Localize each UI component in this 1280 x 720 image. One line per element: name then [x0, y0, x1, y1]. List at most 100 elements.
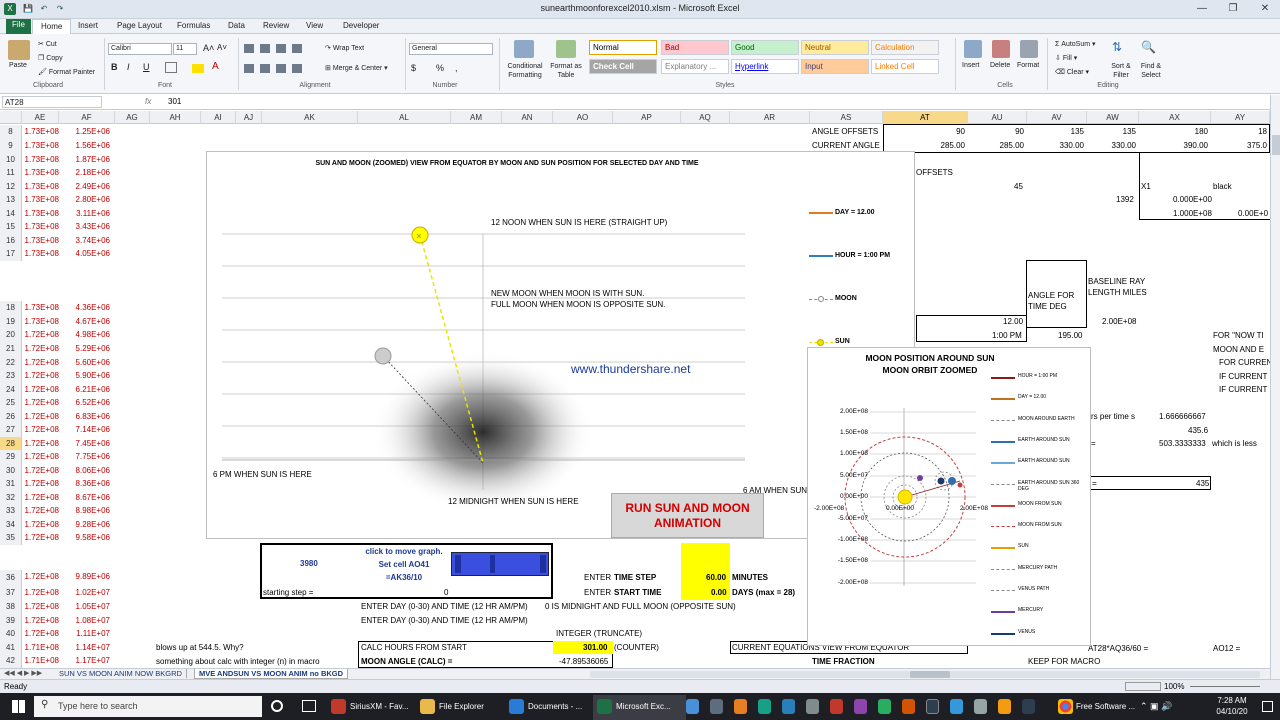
cell-af-11[interactable]: 2.18E+06	[59, 168, 110, 177]
underline-button[interactable]: U	[143, 62, 150, 72]
cell-af-31[interactable]: 8.36E+06	[59, 479, 110, 488]
tab-file[interactable]: File	[6, 19, 31, 34]
column-header-as[interactable]: AS	[810, 111, 883, 124]
row-header-18[interactable]: 18	[0, 301, 22, 315]
scroll-left-arrow-icon[interactable]	[455, 555, 461, 573]
cell-af-12[interactable]: 2.49E+06	[59, 182, 110, 191]
cell-ae-36[interactable]: 1.72E+08	[22, 572, 59, 581]
cell-current-angle-1[interactable]: 285.00	[968, 141, 1024, 150]
currency-button[interactable]: $	[411, 63, 416, 73]
cell-ae-34[interactable]: 1.72E+08	[22, 520, 59, 529]
cell-step-counter[interactable]: 3980	[300, 559, 318, 568]
taskbar-app-siriusxm[interactable]: SiriusXM - Fav...	[350, 698, 409, 715]
cell-ae-8[interactable]: 1.73E+08	[22, 127, 59, 136]
cell-ae-17[interactable]: 1.73E+08	[22, 249, 59, 258]
find-select-icon[interactable]: 🔍	[1141, 40, 1157, 58]
cut-button[interactable]: ✂ Cut	[38, 40, 57, 48]
row-header-15[interactable]: 15	[0, 220, 22, 234]
font-color-icon[interactable]: A	[212, 61, 219, 72]
column-header-ah[interactable]: AH	[150, 111, 201, 124]
cell-style-check-cell[interactable]: Check Cell	[589, 59, 657, 74]
cell-click-move[interactable]: click to move graph. Set cell AO41 =AK36…	[360, 545, 448, 584]
folder-icon[interactable]	[420, 699, 435, 714]
taskbar-pinned-icon-5[interactable]	[782, 699, 795, 714]
cell-ae-11[interactable]: 1.73E+08	[22, 168, 59, 177]
cell-time-step-val[interactable]: 60.00	[706, 573, 726, 582]
cell-angle-offsets[interactable]: ANGLE OFFSETS	[812, 127, 878, 136]
cell-ae-10[interactable]: 1.73E+08	[22, 155, 59, 164]
percent-button[interactable]: %	[436, 63, 444, 73]
cell-af-30[interactable]: 8.06E+06	[59, 466, 110, 475]
cell-1666[interactable]: 1.666666667	[1159, 412, 1206, 421]
taskbar-app-excel[interactable]: Microsoft Exc...	[616, 698, 671, 715]
cell-ae-23[interactable]: 1.72E+08	[22, 371, 59, 380]
cell-angle-offset-1[interactable]: 90	[968, 127, 1024, 136]
taskbar-pinned-icon-10[interactable]	[902, 699, 915, 714]
cell-af-33[interactable]: 8.98E+06	[59, 506, 110, 515]
cell-ae-12[interactable]: 1.73E+08	[22, 182, 59, 191]
horizontal-scroll-thumb[interactable]	[910, 671, 950, 678]
row-header-26[interactable]: 26	[0, 410, 22, 423]
orbit-chart[interactable]: MOON POSITION AROUND SUN MOON ORBIT ZOOM…	[807, 347, 1091, 646]
cell-af-29[interactable]: 7.75E+06	[59, 452, 110, 461]
cell-ae-30[interactable]: 1.72E+08	[22, 466, 59, 475]
name-box[interactable]: AT28	[2, 96, 102, 108]
cell-af-15[interactable]: 3.43E+06	[59, 222, 110, 231]
cell-keep-macro[interactable]: KEEP FOR MACRO	[1028, 657, 1100, 666]
cell-minutes[interactable]: MINUTES	[732, 573, 768, 582]
cell-style-normal[interactable]: Normal	[589, 40, 657, 55]
cell-af-8[interactable]: 1.25E+06	[59, 127, 110, 136]
taskbar-pinned-icon-6[interactable]	[806, 699, 819, 714]
row-header-9[interactable]: 9	[0, 139, 22, 153]
cell-ae-14[interactable]: 1.73E+08	[22, 209, 59, 218]
delete-cells-button[interactable]: Delete	[990, 62, 1010, 69]
cell-style-input[interactable]: Input	[801, 59, 869, 74]
search-box[interactable]: ⚲ Type here to search	[34, 696, 262, 717]
cell-current-angle-3[interactable]: 330.00	[1087, 141, 1136, 150]
sheet-tab-2[interactable]: MVE ANDSUN VS MOON ANIM no BKGD	[194, 669, 349, 679]
taskbar-pinned-icon-15[interactable]	[1022, 699, 1035, 714]
borders-icon[interactable]	[165, 62, 177, 73]
cell-moon-angle-val[interactable]: -47.89536065	[559, 657, 608, 666]
cell-enter-day1[interactable]: ENTER DAY (0-30) AND TIME (12 HR AM/PM)	[361, 602, 528, 611]
zoom-slider[interactable]	[1190, 686, 1260, 687]
windows-start-icon[interactable]	[12, 700, 25, 713]
cell-af-38[interactable]: 1.05E+07	[59, 602, 110, 611]
cell-midnight-note[interactable]: 0 IS MIDNIGHT AND FULL MOON (OPPOSITE SU…	[545, 602, 736, 611]
cell-af-40[interactable]: 1.11E+07	[59, 629, 110, 638]
cell-angle-offset-3[interactable]: 135	[1087, 127, 1136, 136]
row-header-12[interactable]: 12	[0, 180, 22, 193]
cell-af-35[interactable]: 9.58E+06	[59, 533, 110, 542]
cell-style-explanatory[interactable]: Explanatory ...	[661, 59, 729, 74]
column-header-ak[interactable]: AK	[262, 111, 358, 124]
cell-current-angle-4[interactable]: 390.00	[1139, 141, 1208, 150]
comma-button[interactable]: ,	[455, 63, 458, 73]
cell-integer-trunc[interactable]: INTEGER (TRUNCATE)	[556, 629, 642, 638]
cell-ae-28[interactable]: 1.72E+08	[22, 439, 59, 448]
cell-ae-40[interactable]: 1.72E+08	[22, 629, 59, 638]
taskbar-pinned-icon-9[interactable]	[878, 699, 891, 714]
task-view-icon[interactable]	[302, 700, 316, 712]
column-header-au[interactable]: AU	[968, 111, 1027, 124]
conditional-formatting-icon[interactable]	[514, 40, 534, 58]
italic-button[interactable]: I	[127, 62, 130, 72]
tab-data[interactable]: Data	[228, 21, 245, 30]
cell-current-angle-2[interactable]: 330.00	[1027, 141, 1084, 150]
cell-counter[interactable]: (COUNTER)	[614, 643, 659, 652]
cell-ae-39[interactable]: 1.72E+08	[22, 616, 59, 625]
cell-eq2[interactable]: =	[1092, 479, 1097, 488]
tab-review[interactable]: Review	[263, 21, 289, 30]
row-header-8[interactable]: 8	[0, 125, 22, 139]
step-scrollbar[interactable]	[451, 552, 549, 576]
cell-af-24[interactable]: 6.21E+06	[59, 385, 110, 394]
zoom-level[interactable]: 100%	[1164, 682, 1184, 691]
cell-ae-29[interactable]: 1.72E+08	[22, 452, 59, 461]
cell-angle-offset-4[interactable]: 180	[1139, 127, 1208, 136]
cell-style-neutral[interactable]: Neutral	[801, 40, 869, 55]
vertical-align-icons[interactable]	[244, 44, 304, 53]
scroll-right-arrow-icon[interactable]	[540, 555, 546, 573]
format-cells-icon[interactable]	[1020, 40, 1038, 58]
cell-af-36[interactable]: 9.89E+06	[59, 572, 110, 581]
taskbar-pinned-icon-2[interactable]	[710, 699, 723, 714]
taskbar-pinned-icon-8[interactable]	[854, 699, 867, 714]
